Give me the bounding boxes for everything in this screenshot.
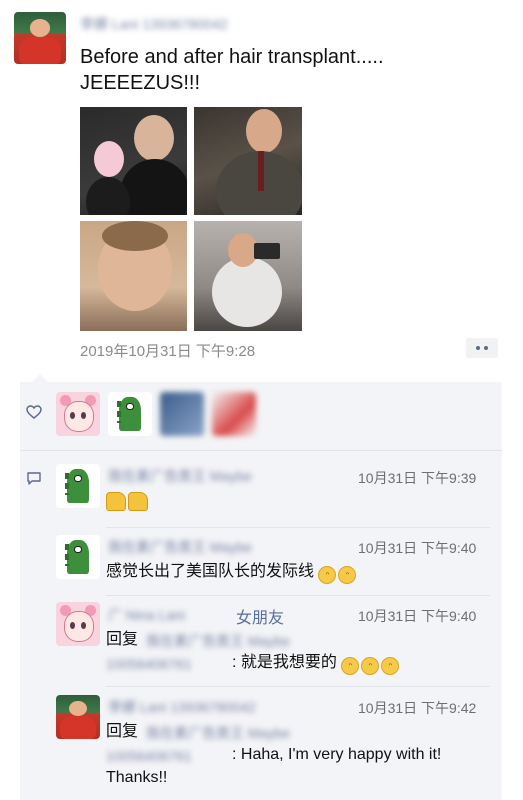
comment-divider: [106, 527, 490, 528]
comment-reply-target-4b: 10056406761: [106, 748, 192, 764]
photo-3[interactable]: [80, 221, 187, 331]
grin-emoji: ᵔ: [361, 657, 380, 675]
photo-2[interactable]: [194, 107, 302, 215]
comment-author-4[interactable]: 李娜 Lani 13936780042: [108, 697, 256, 717]
comment-divider: [106, 595, 490, 596]
comment-author-1[interactable]: 我在素广告类王 Maybe: [108, 466, 252, 486]
author-avatar[interactable]: [14, 12, 66, 64]
comment-avatar-2[interactable]: [56, 535, 100, 579]
comment-reply-target-3b: 10056406761: [106, 656, 192, 672]
comment-text-4b: Thanks!!: [106, 769, 168, 786]
author-name[interactable]: 李娜 Lani 13936780042: [80, 14, 228, 34]
comment-reply-target-3[interactable]: 我在素广告类王 Maybe: [146, 631, 290, 651]
comment-body-3: : 就是我想要的: [232, 654, 337, 671]
post-text-line2: JEEEEZUS!!!: [80, 72, 201, 94]
comment-text-2: 感觉长出了美国队长的发际线 ᵔᵔ: [106, 561, 358, 584]
comment-reply-label-3: 回复: [106, 631, 139, 648]
comment-avatar-3[interactable]: [56, 602, 100, 646]
comment-time-4: 10月31日 下午9:42: [358, 700, 477, 716]
comment-reply-target-4[interactable]: 我在素广告类王 Maybe: [146, 723, 290, 743]
comment-avatar-4[interactable]: [56, 695, 100, 739]
comment-text-4: : Haha, I'm very happy with it!: [232, 746, 442, 763]
grin-emoji: ᵔ: [381, 657, 400, 675]
thumbs-up-emoji: [106, 492, 126, 511]
comment-author-tag-3: 女朋友: [236, 610, 285, 627]
like-avatar-4[interactable]: [212, 392, 256, 436]
comment-author-3[interactable]: 广 Nina Lani: [108, 605, 185, 625]
like-avatar-3[interactable]: [160, 392, 204, 436]
panel-divider: [20, 450, 502, 451]
comment-author-2[interactable]: 我在素广告类王 Maybe: [108, 537, 252, 557]
comment-avatar-1[interactable]: [56, 464, 100, 508]
grin-emoji: ᵔ: [318, 566, 337, 584]
grin-emoji: ᵔ: [338, 566, 357, 584]
comment-time-3: 10月31日 下午9:40: [358, 608, 477, 624]
comment-text-1: [106, 492, 150, 516]
comment-reply-label-4: 回复: [106, 723, 139, 740]
comment-time-1: 10月31日 下午9:39: [358, 470, 477, 486]
post-text: Before and after hair transplant..... JE…: [80, 44, 500, 96]
like-avatar-1[interactable]: [56, 392, 100, 436]
comment-body-2: 感觉长出了美国队长的发际线: [106, 563, 315, 580]
comment-divider: [106, 686, 490, 687]
like-avatar-2[interactable]: [108, 392, 152, 436]
heart-outline-icon: [26, 405, 42, 419]
post-text-line1: Before and after hair transplant.....: [80, 46, 384, 68]
more-dots-icon[interactable]: [466, 338, 498, 358]
comment-text-3: : 就是我想要的 ᵔᵔᵔ: [232, 652, 401, 675]
panel-caret: [32, 374, 48, 382]
grin-emoji: ᵔ: [341, 657, 360, 675]
photo-4[interactable]: [194, 221, 302, 331]
comment-time-2: 10月31日 下午9:40: [358, 540, 477, 556]
photo-1[interactable]: [80, 107, 187, 215]
post-timestamp: 2019年10月31日 下午9:28: [80, 343, 256, 360]
comment-bubble-icon: [27, 472, 41, 485]
thumbs-up-emoji: [128, 492, 148, 511]
